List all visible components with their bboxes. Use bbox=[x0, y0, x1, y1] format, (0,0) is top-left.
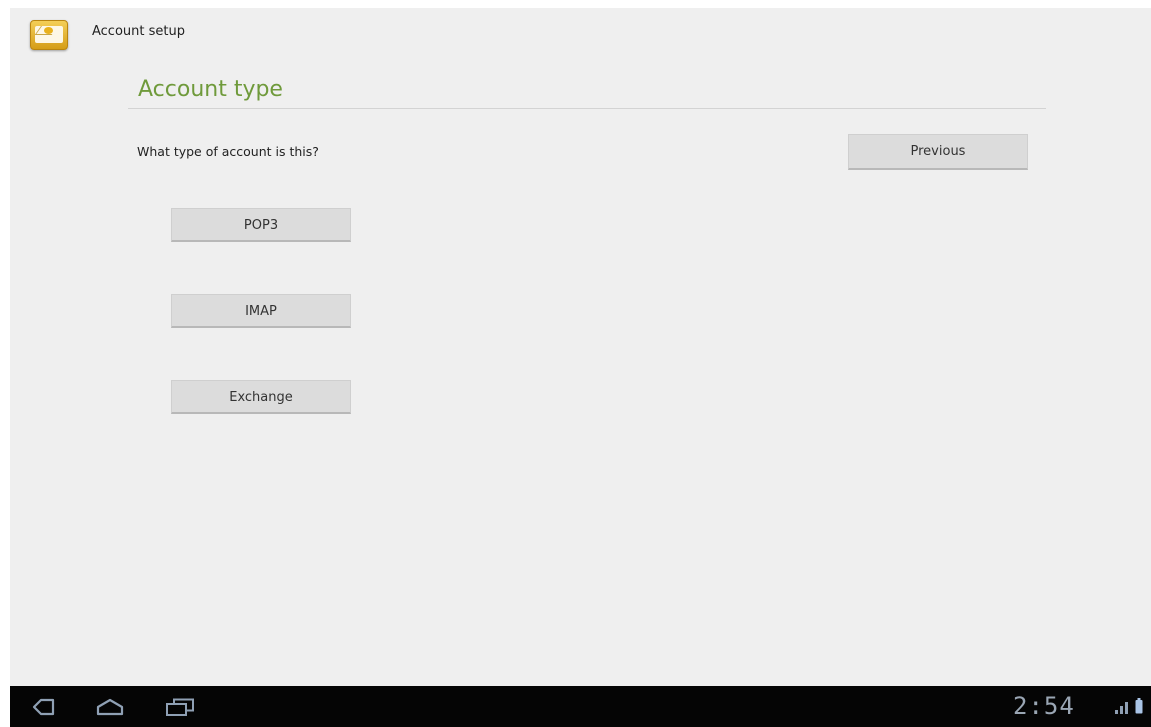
account-setup-screen: Account setup Account type What type of … bbox=[10, 8, 1151, 686]
email-app-icon[interactable] bbox=[30, 20, 68, 50]
status-clock: 2:54 bbox=[1013, 692, 1075, 720]
pop3-button[interactable]: POP3 bbox=[171, 208, 351, 242]
previous-button[interactable]: Previous bbox=[848, 134, 1028, 170]
title-divider bbox=[128, 108, 1046, 109]
signal-icon bbox=[1115, 702, 1128, 714]
back-icon[interactable] bbox=[32, 698, 56, 716]
action-bar: Account setup bbox=[10, 8, 1151, 58]
battery-icon bbox=[1135, 698, 1143, 714]
imap-button[interactable]: IMAP bbox=[171, 294, 351, 328]
account-type-question: What type of account is this? bbox=[137, 144, 319, 159]
system-bar: 2:54 bbox=[10, 686, 1151, 727]
recent-apps-icon[interactable] bbox=[165, 698, 195, 716]
app-title: Account setup bbox=[92, 24, 185, 39]
home-icon[interactable] bbox=[95, 698, 125, 716]
exchange-button[interactable]: Exchange bbox=[171, 380, 351, 414]
page-title: Account type bbox=[138, 77, 283, 102]
